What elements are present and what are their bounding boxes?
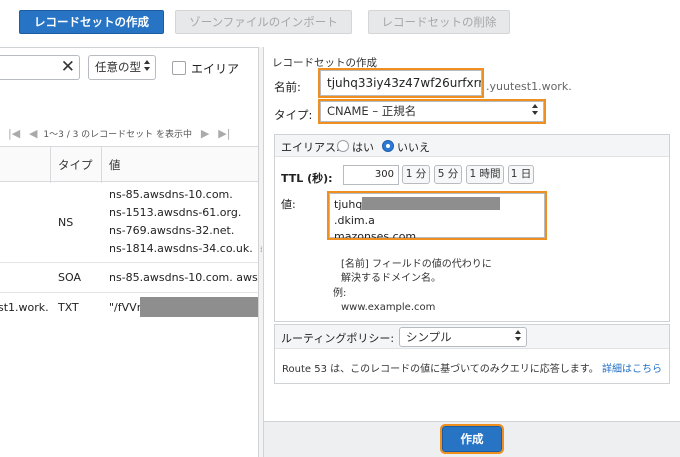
name-input[interactable]: tjuhq33iy43z47wf26urfxrnx — [318, 68, 484, 98]
routing-section: ルーティングポリシー: シンプル — [274, 324, 670, 384]
help-example: www.example.com — [341, 302, 436, 313]
alias-filter-checkbox[interactable] — [172, 61, 186, 75]
value-label: 値: — [281, 198, 296, 211]
alias-no-radio[interactable] — [382, 140, 394, 152]
form-footer: 作成 — [264, 421, 680, 457]
record-type-select[interactable]: CNAME – 正規名 — [318, 99, 546, 124]
type-label: タイプ: — [274, 108, 313, 122]
create-recordset-button[interactable]: レコードセットの作成 — [19, 10, 164, 34]
routing-header: ルーティングポリシー: シンプル — [275, 325, 669, 349]
value-text-start: tjuhq — [334, 198, 363, 211]
value-text-line2: mazonses.com — [334, 230, 417, 243]
alias-filter-label: エイリア — [191, 62, 240, 76]
table-row[interactable]: NS ns-85.awsdns-10.com. ns-1513.awsdns-6… — [0, 182, 258, 263]
record-value: ns-769.awsdns-32.net. — [109, 224, 235, 237]
type-filter-value: 任意の型 — [95, 60, 141, 74]
prev-page-icon[interactable]: ◀ — [29, 127, 37, 140]
table-row[interactable]: SOA ns-85.awsdns-10.com. awsdns — [0, 263, 277, 293]
delete-recordset-button[interactable]: レコードセットの削除 — [368, 10, 510, 34]
record-type: TXT — [58, 301, 79, 314]
help-text: 解決するドメイン名。 — [341, 273, 441, 284]
domain-suffix: .yuutest1.work. — [486, 80, 572, 93]
create-button[interactable]: 作成 — [440, 424, 504, 454]
table-header: タイプ 値 — [0, 146, 258, 183]
redacted-value — [362, 197, 501, 210]
splitter-grip-icon: ⁞ — [260, 245, 263, 254]
details-link[interactable]: 詳細はこちら — [602, 364, 662, 375]
table-row[interactable]: st1.work. TXT "/fVVr — [0, 293, 258, 323]
record-value: "/fVVr — [109, 301, 142, 314]
pager-status: 1～3 / 3 のレコードセット を表示中 — [43, 130, 193, 140]
redacted-value — [140, 297, 258, 317]
type-column-header[interactable]: タイプ — [58, 157, 93, 173]
ttl-1day-button[interactable]: 1 日 — [508, 165, 534, 184]
clear-filter-icon[interactable]: ✕ — [61, 57, 75, 77]
next-page-icon[interactable]: ▶ — [201, 127, 209, 140]
value-column-header[interactable]: 値 — [109, 157, 121, 173]
record-filter-input[interactable]: ✕ — [0, 55, 80, 80]
routing-policy-value: シンプル — [406, 330, 452, 344]
create-recordset-form: レコードセットの作成 名前: tjuhq33iy43z47wf26urfxrnx… — [264, 47, 680, 457]
type-filter-select[interactable]: 任意の型 — [88, 55, 156, 80]
column-divider — [50, 147, 51, 183]
route53-recordsets-screen: レコードセットの作成 ゾーンファイルのインポート レコードセットの削除 ✕ 任意… — [0, 0, 680, 457]
record-value: ns-1814.awsdns-34.co.uk. — [109, 242, 253, 255]
ttl-input[interactable]: 300 — [343, 165, 399, 185]
record-type-value: CNAME – 正規名 — [327, 104, 417, 118]
record-type: NS — [58, 216, 74, 229]
ttl-label: TTL (秒): — [281, 172, 333, 185]
record-value: ns-85.awsdns-10.com. awsdns — [109, 271, 278, 284]
ttl-5min-button[interactable]: 5 分 — [434, 165, 462, 184]
record-value: ns-85.awsdns-10.com. — [109, 188, 233, 201]
record-name: st1.work. — [0, 301, 49, 314]
ttl-1min-button[interactable]: 1 分 — [402, 165, 430, 184]
last-page-icon[interactable]: ▶| — [218, 127, 230, 140]
first-page-icon[interactable]: |◀ — [8, 127, 20, 140]
value-text-end: .dkim.a — [334, 214, 375, 227]
alias-yes-label: はい — [352, 141, 374, 154]
name-label: 名前: — [274, 80, 301, 94]
ttl-1hour-button[interactable]: 1 時間 — [466, 165, 504, 184]
help-example-label: 例: — [333, 288, 347, 299]
recordset-list-panel: ✕ 任意の型 エイリア |◀ ◀ 1～3 / 3 のレコードセット を表示中 ▶… — [0, 47, 277, 457]
form-title: レコードセットの作成 — [272, 57, 377, 69]
record-value: ns-1513.awsdns-61.org. — [109, 206, 242, 219]
column-divider — [101, 147, 102, 183]
routing-description: Route 53 は、このレコードの値に基づいてのみクエリに応答します。 詳細は… — [282, 360, 662, 375]
alias-label: エイリアス: — [281, 141, 340, 154]
alias-no-label: いいえ — [397, 141, 430, 154]
value-textarea[interactable]: tjuhq .dkim.a mazonses.com — [327, 191, 547, 243]
routing-label: ルーティングポリシー: — [281, 332, 395, 345]
alias-header: エイリアス: はい いいえ — [275, 135, 669, 157]
help-text: [名前] フィールドの値の代わりに — [341, 259, 492, 270]
import-zonefile-button[interactable]: ゾーンファイルのインポート — [175, 10, 352, 34]
routing-description-text: Route 53 は、このレコードの値に基づいてのみクエリに応答します。 — [282, 364, 599, 375]
alias-section: エイリアス: はい いいえ TTL (秒): 300 1 分 5 分 1 時間 … — [274, 134, 670, 322]
pagination: |◀ ◀ 1～3 / 3 のレコードセット を表示中 ▶ ▶| — [8, 127, 230, 140]
record-type: SOA — [58, 271, 81, 284]
alias-yes-radio[interactable] — [337, 140, 349, 152]
routing-policy-select[interactable]: シンプル — [399, 327, 527, 347]
